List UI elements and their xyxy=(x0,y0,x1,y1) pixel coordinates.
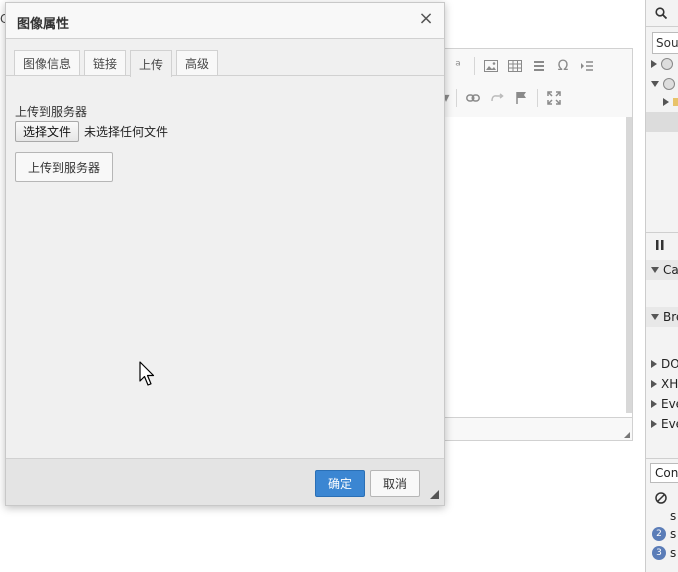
editor-toolbar: ᵃ Ω ▾ xyxy=(441,48,633,118)
devtools-search-row xyxy=(646,4,678,24)
expand-arrow-icon[interactable] xyxy=(651,360,657,368)
collapse-arrow-icon[interactable] xyxy=(651,81,659,87)
tab-advanced[interactable]: 高级 xyxy=(176,50,219,76)
expand-arrow-icon[interactable] xyxy=(651,380,657,388)
upload-label: 上传到服务器 xyxy=(15,105,88,119)
file-status-text: 未选择任何文件 xyxy=(84,125,169,139)
editor-content-area[interactable] xyxy=(444,117,633,417)
section-label: Event Listeners xyxy=(661,417,678,431)
page-break-icon[interactable] xyxy=(576,55,598,77)
expand-arrow-icon[interactable] xyxy=(651,60,657,68)
horizontal-line-icon[interactable] xyxy=(528,55,550,77)
source-tree-item-selected[interactable] xyxy=(646,112,678,132)
console-text: s xyxy=(670,546,677,560)
source-tree-item[interactable] xyxy=(646,54,678,74)
expand-arrow-icon[interactable] xyxy=(651,420,657,428)
image-icon[interactable] xyxy=(480,55,502,77)
devtools-divider xyxy=(646,458,678,459)
debugger-controls xyxy=(646,236,678,256)
link-icon[interactable] xyxy=(462,87,484,109)
tab-link[interactable]: 链接 xyxy=(84,50,127,76)
editor-scrollbar[interactable] xyxy=(626,117,632,413)
console-line: 3 s xyxy=(646,543,678,563)
console-tab[interactable]: Console xyxy=(650,463,678,483)
unlink-icon[interactable] xyxy=(486,87,508,109)
devtools-section-breakpoints[interactable]: Breakpoints xyxy=(646,307,678,327)
section-label: Breakpoints xyxy=(663,310,678,324)
anchor-flag-icon[interactable] xyxy=(510,87,532,109)
message-count-badge: 2 xyxy=(652,527,666,541)
toolbar-separator xyxy=(456,89,457,107)
dialog-footer: 确定 取消 xyxy=(6,458,444,505)
toolbar-separator xyxy=(474,57,475,75)
devtools-section-dom-breakpoints[interactable]: DOM Breakpoints xyxy=(646,354,678,374)
collapse-arrow-icon[interactable] xyxy=(651,314,659,320)
pause-icon[interactable] xyxy=(656,239,664,253)
special-char-icon[interactable]: Ω xyxy=(552,55,574,77)
devtools-section-xhr-breakpoints[interactable]: XHR Breakpoints xyxy=(646,374,678,394)
close-icon[interactable]: × xyxy=(416,9,436,29)
console-text: s xyxy=(670,527,677,541)
toolbar-row-1: ᵃ Ω xyxy=(447,53,598,79)
clear-console-icon[interactable] xyxy=(655,491,667,507)
upload-to-server-button[interactable]: 上传到服务器 xyxy=(15,152,113,182)
expand-arrow-icon[interactable] xyxy=(663,98,669,106)
devtools-section-call-stack[interactable]: Call Stack xyxy=(646,260,678,280)
section-label: Call Stack xyxy=(663,263,678,277)
dialog-resize-handle[interactable] xyxy=(430,490,439,499)
console-tab-label: Console xyxy=(655,466,678,480)
devtools-divider xyxy=(646,26,678,27)
globe-icon xyxy=(661,58,673,70)
devtools-divider xyxy=(646,232,678,233)
section-label: Event Listener Breakpoints xyxy=(661,397,678,411)
dialog-title: 图像属性 xyxy=(17,17,70,32)
devtools-section-event-listeners[interactable]: Event Listeners xyxy=(646,414,678,434)
section-label: DOM Breakpoints xyxy=(661,357,678,371)
editor-resize-handle[interactable] xyxy=(624,432,630,438)
devtools-section-event-listener-breakpoints[interactable]: Event Listener Breakpoints xyxy=(646,394,678,414)
expand-arrow-icon[interactable] xyxy=(651,400,657,408)
source-tree-item[interactable] xyxy=(646,92,678,112)
cancel-button[interactable]: 取消 xyxy=(370,470,420,497)
devtools-panel: Sources Call Stack Breakpoints DOM Break… xyxy=(645,0,678,572)
toolbar-row-2: ▾ xyxy=(441,85,565,111)
ok-button[interactable]: 确定 xyxy=(315,470,365,497)
search-icon[interactable] xyxy=(655,6,668,22)
console-text: s xyxy=(670,509,677,523)
tab-image-info[interactable]: 图像信息 xyxy=(14,50,81,76)
folder-icon xyxy=(673,98,678,106)
mouse-cursor-icon xyxy=(139,361,155,386)
dialog-tabs: 图像信息 链接 上传 高级 xyxy=(14,50,219,77)
table-icon[interactable] xyxy=(504,55,526,77)
message-count-badge: 3 xyxy=(652,546,666,560)
source-tree-item[interactable] xyxy=(646,74,678,94)
dialog-title-bar[interactable]: 图像属性 × xyxy=(6,3,444,39)
image-properties-dialog: 图像属性 × 图像信息 链接 上传 高级 上传到服务器 选择文件 未选择任何文件… xyxy=(5,2,445,506)
globe-icon xyxy=(663,78,675,90)
editor-status-bar xyxy=(444,417,633,441)
maximize-icon[interactable] xyxy=(543,87,565,109)
find-replace-icon[interactable]: ᵃ xyxy=(447,55,469,77)
tabs-divider xyxy=(6,75,444,76)
toolbar-separator xyxy=(537,89,538,107)
console-line: 2 s xyxy=(646,524,678,544)
file-input: 选择文件 未选择任何文件 xyxy=(15,121,168,142)
section-label: XHR Breakpoints xyxy=(661,377,678,391)
tab-upload[interactable]: 上传 xyxy=(130,50,173,77)
collapse-arrow-icon[interactable] xyxy=(651,267,659,273)
sources-input[interactable]: Sources xyxy=(652,32,678,54)
console-line: s xyxy=(646,506,678,526)
choose-file-button[interactable]: 选择文件 xyxy=(15,121,80,142)
